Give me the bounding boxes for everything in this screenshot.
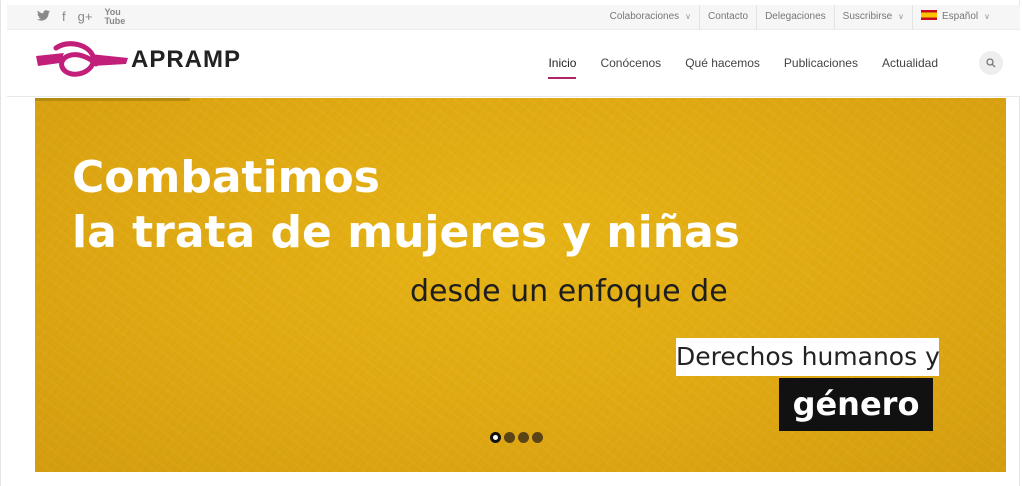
twitter-icon[interactable]: [37, 8, 50, 26]
top-links: Colaboraciones ∨ Contacto Delegaciones Su…: [602, 5, 998, 29]
top-link-label: Delegaciones: [765, 11, 826, 22]
nav-item-inicio[interactable]: Inicio: [536, 30, 588, 96]
spain-flag-icon: [921, 10, 937, 20]
search-icon: [986, 58, 996, 68]
nav-item-actualidad[interactable]: Actualidad: [870, 30, 950, 96]
top-link-suscribirse[interactable]: Suscribirse ∨: [833, 5, 912, 29]
chevron-down-icon: ∨: [984, 12, 990, 21]
chevron-down-icon: ∨: [685, 12, 692, 21]
hero-top-strip: [35, 98, 190, 101]
top-link-label: Suscribirse: [842, 11, 893, 22]
top-link-label: Colaboraciones: [609, 11, 680, 22]
slider-dot-3[interactable]: [518, 432, 529, 443]
logo-text: APRAMP: [131, 46, 242, 73]
top-utility-bar: f g+ You Tube Colaboraciones ∨ Contacto De…: [7, 5, 1020, 30]
nav-item-publicaciones[interactable]: Publicaciones: [772, 30, 870, 96]
slider-pagination: [490, 432, 543, 443]
site-logo[interactable]: APRAMP: [34, 40, 241, 80]
language-label: Español: [942, 11, 979, 22]
hero-slider: Combatimos la trata de mujeres y niñas d…: [35, 98, 1006, 472]
top-link-label: Contacto: [708, 11, 749, 22]
site-header: APRAMP Inicio Conócenos Qué hacemos Publ…: [7, 30, 1020, 97]
top-link-delegaciones[interactable]: Delegaciones: [756, 5, 834, 29]
hero-highlight-white: Derechos humanos y: [676, 338, 940, 376]
social-links: f g+ You Tube: [37, 8, 125, 26]
chevron-down-icon: ∨: [898, 12, 904, 21]
main-nav: Inicio Conócenos Qué hacemos Publicacion…: [536, 30, 950, 96]
hero-headline-line-2: la trata de mujeres y niñas: [72, 207, 740, 258]
hero-highlight-black: género: [779, 378, 933, 431]
nav-item-que-hacemos[interactable]: Qué hacemos: [673, 30, 772, 96]
logo-mark-icon: [36, 41, 128, 77]
language-selector[interactable]: Español ∨: [912, 5, 998, 29]
hero-headline: Combatimos la trata de mujeres y niñas: [72, 150, 740, 260]
slider-dot-2[interactable]: [504, 432, 515, 443]
slider-dot-1[interactable]: [490, 432, 501, 443]
youtube-icon[interactable]: You Tube: [104, 8, 125, 26]
top-link-colaboraciones[interactable]: Colaboraciones ∨: [602, 5, 699, 29]
hero-headline-line-1: Combatimos: [72, 152, 380, 203]
top-link-contacto[interactable]: Contacto: [699, 5, 756, 29]
google-plus-icon[interactable]: g+: [78, 8, 93, 26]
facebook-icon[interactable]: f: [62, 8, 66, 26]
search-button[interactable]: [979, 51, 1003, 75]
hero-subline: desde un enfoque de: [410, 274, 728, 309]
slider-dot-4[interactable]: [532, 432, 543, 443]
nav-item-conocenos[interactable]: Conócenos: [588, 30, 673, 96]
